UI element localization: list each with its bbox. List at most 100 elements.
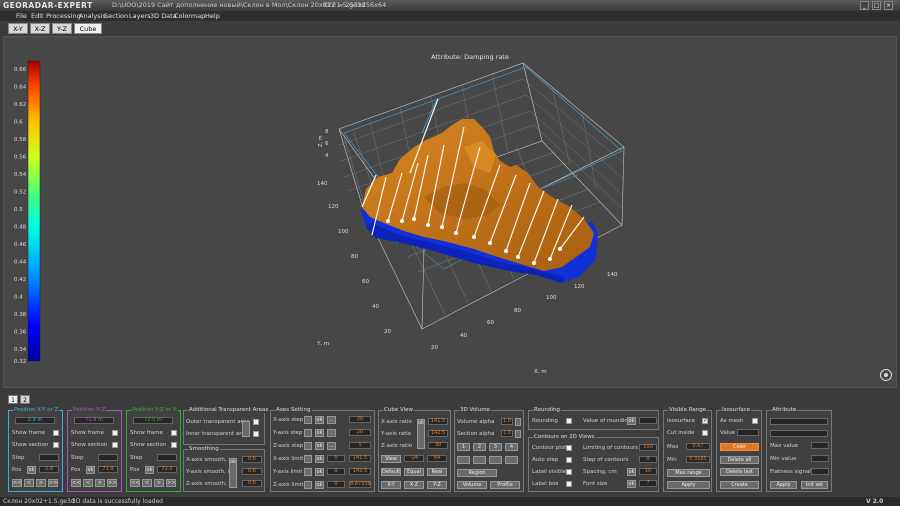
show-frame-checkbox[interactable] xyxy=(53,430,59,436)
spacing-input[interactable]: 10 xyxy=(639,468,657,475)
x-ratio-input[interactable]: 141.5 xyxy=(428,418,448,425)
nav-prev-button[interactable]: < xyxy=(24,479,34,487)
create-button[interactable]: Create xyxy=(720,481,759,489)
preset-1-button[interactable]: 1 xyxy=(457,443,470,451)
z-step-more[interactable]: ... xyxy=(327,442,336,450)
x-limit-max[interactable]: 141.5 xyxy=(349,455,371,462)
preset-7-button[interactable] xyxy=(489,456,502,464)
tab-x-z[interactable]: X-Z xyxy=(30,23,50,34)
visible-apply-button[interactable]: Apply xyxy=(667,481,710,489)
show-section-checkbox[interactable] xyxy=(171,442,177,448)
pos-ok-button[interactable]: ok xyxy=(27,466,36,474)
volume-alpha-input[interactable]: 1.0 xyxy=(501,418,513,425)
z-ratio-input[interactable]: 30 xyxy=(428,442,448,449)
x-step-input[interactable]: 20 xyxy=(349,416,371,423)
step-input[interactable] xyxy=(98,454,118,461)
view-yz-button[interactable]: Y-Z xyxy=(427,481,447,489)
section-alpha-input[interactable]: 1.0 xyxy=(501,430,513,437)
show-frame-checkbox[interactable] xyxy=(112,430,118,436)
view-button[interactable]: View xyxy=(381,455,401,463)
area-dropdown[interactable] xyxy=(242,421,250,437)
y-ratio-input[interactable]: 142.5 xyxy=(428,430,448,437)
y-limit-min[interactable]: 0 xyxy=(327,468,345,475)
min-value-input[interactable] xyxy=(811,455,829,462)
z-limit-button[interactable] xyxy=(304,481,312,489)
z-step-button[interactable] xyxy=(304,442,312,450)
x-limit-ok[interactable]: ok xyxy=(315,455,324,463)
menu-layers[interactable]: Layers xyxy=(129,11,151,21)
pos-input[interactable]: 2.9 xyxy=(39,466,59,473)
menu-3d-data[interactable]: 3D Data xyxy=(150,11,177,21)
show-section-checkbox[interactable] xyxy=(53,442,59,448)
y-step-ok[interactable]: ok xyxy=(315,429,324,437)
x-limit-button[interactable] xyxy=(304,455,312,463)
y-limit-ok[interactable]: ok xyxy=(315,468,324,476)
view-xy-button[interactable]: X-Y xyxy=(381,481,401,489)
nav-next-button[interactable]: > xyxy=(154,479,164,487)
z-step-ok[interactable]: ok xyxy=(315,442,324,450)
tab-y-z[interactable]: Y-Z xyxy=(52,23,72,34)
real-button[interactable]: Real xyxy=(427,468,447,476)
init-set-button[interactable]: Init set xyxy=(801,481,828,489)
preset-5-button[interactable] xyxy=(457,456,470,464)
rounding-checkbox[interactable] xyxy=(566,418,572,424)
view-elevation[interactable]: 64 xyxy=(427,455,447,462)
nav-last-button[interactable]: >> xyxy=(107,479,117,487)
menu-edit[interactable]: Edit xyxy=(31,11,44,21)
x-step-more[interactable]: ... xyxy=(327,416,336,424)
ratio-ok-button[interactable]: ok xyxy=(417,419,425,449)
nav-prev-button[interactable]: < xyxy=(142,479,152,487)
x-limit-min[interactable]: 0 xyxy=(327,455,345,462)
tab-2[interactable]: 2 xyxy=(20,395,30,404)
profile-button[interactable]: Profile xyxy=(490,481,520,489)
attribute-params[interactable] xyxy=(770,430,828,437)
menu-analysis[interactable]: Analysis xyxy=(79,11,106,21)
x-smooth-input[interactable]: 0.6 xyxy=(242,456,262,463)
volume-alpha-spin[interactable] xyxy=(515,418,521,426)
max-input[interactable]: 0.67 xyxy=(686,443,710,450)
volume-button[interactable]: Volume xyxy=(457,481,487,489)
menu-colormap[interactable]: Colormap xyxy=(174,11,205,21)
delete-all-button[interactable]: Delete all xyxy=(720,456,759,464)
tab-1[interactable]: 1 xyxy=(8,395,18,404)
as-mesh-checkbox[interactable] xyxy=(752,418,758,424)
inner-area-checkbox[interactable] xyxy=(253,431,259,437)
y-smooth-input[interactable]: 0.6 xyxy=(242,468,262,475)
nav-next-button[interactable]: > xyxy=(36,479,46,487)
close-icon[interactable]: × xyxy=(884,1,893,10)
y-step-more[interactable]: ... xyxy=(327,429,336,437)
region-button[interactable]: Region xyxy=(457,469,497,477)
attribute-select[interactable] xyxy=(770,418,828,425)
nav-prev-button[interactable]: < xyxy=(83,479,93,487)
tab-cube[interactable]: Cube xyxy=(74,23,102,34)
default-button[interactable]: Default xyxy=(381,468,401,476)
nav-last-button[interactable]: >> xyxy=(48,479,58,487)
tab-x-y[interactable]: X-Y xyxy=(8,23,28,34)
preset-6-button[interactable] xyxy=(473,456,486,464)
menu-processing[interactable]: Processing xyxy=(46,11,81,21)
x-step-button[interactable] xyxy=(304,416,312,424)
pos-input[interactable]: 71.9 xyxy=(98,466,118,473)
max-range-button[interactable]: Max range xyxy=(667,469,710,477)
maximize-icon[interactable]: □ xyxy=(872,1,881,10)
x-step-ok[interactable]: ok xyxy=(315,416,324,424)
color-button[interactable]: Color xyxy=(720,443,759,451)
flatness-input[interactable] xyxy=(811,468,829,475)
min-input[interactable]: 0.3185 xyxy=(686,456,710,463)
max-value-input[interactable] xyxy=(811,442,829,449)
preset-2-button[interactable]: 2 xyxy=(473,443,486,451)
nav-first-button[interactable]: << xyxy=(71,479,81,487)
label-visible-checkbox[interactable] xyxy=(566,469,572,475)
view-xz-button[interactable]: X-Z xyxy=(404,481,424,489)
smooth-ok-button[interactable]: ok xyxy=(229,458,237,488)
spacing-ok-button[interactable]: ok xyxy=(627,468,636,476)
nav-first-button[interactable]: << xyxy=(12,479,22,487)
section-alpha-spin[interactable] xyxy=(515,430,521,438)
delete-last-button[interactable]: Delete last xyxy=(720,468,759,476)
menu-file[interactable]: File xyxy=(16,11,27,21)
limiting-input[interactable]: 100 xyxy=(639,444,657,451)
y-step-input[interactable]: 20 xyxy=(349,429,371,436)
step-contours-input[interactable]: 0 xyxy=(639,456,657,463)
auto-step-checkbox[interactable] xyxy=(566,457,572,463)
outer-area-checkbox[interactable] xyxy=(253,419,259,425)
